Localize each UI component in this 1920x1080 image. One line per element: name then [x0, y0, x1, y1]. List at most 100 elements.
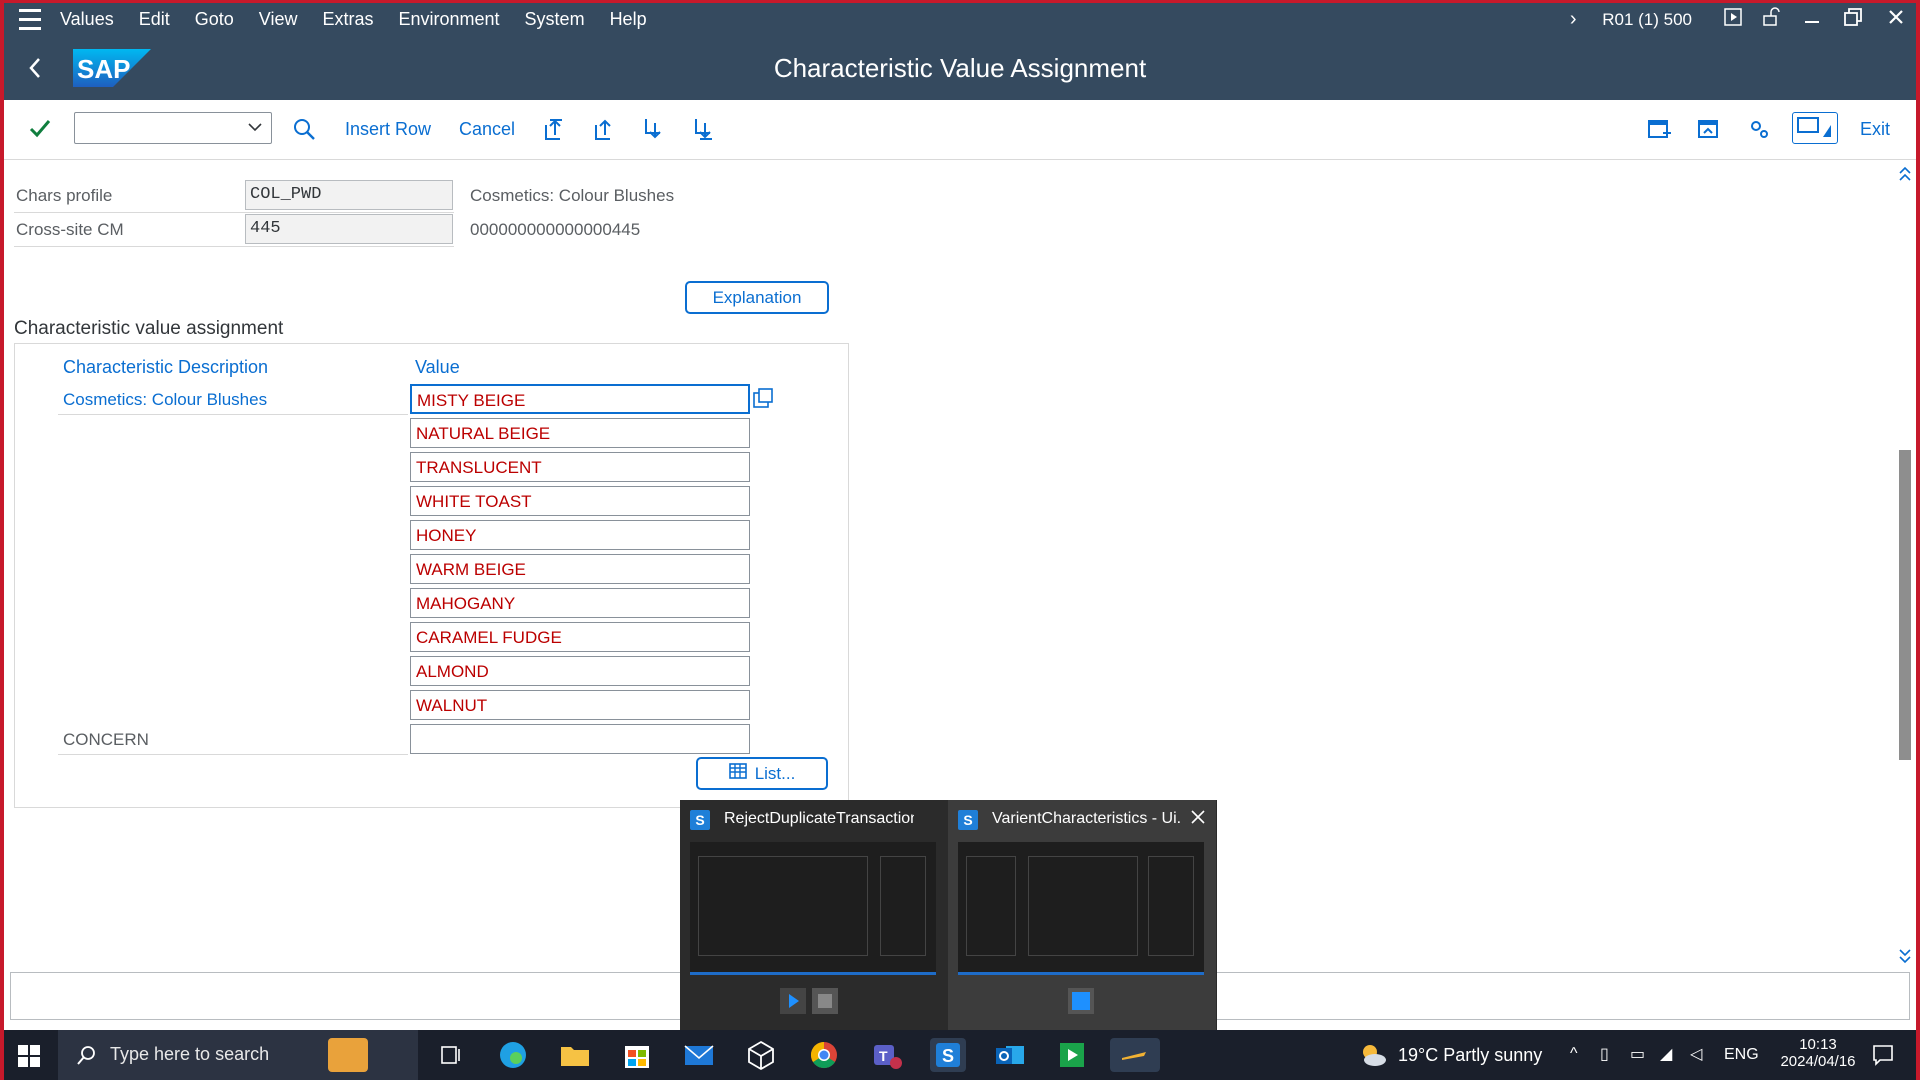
- network-icon[interactable]: ◢: [1660, 1044, 1672, 1064]
- value-field[interactable]: TRANSLUCENT: [410, 452, 750, 482]
- menu-values[interactable]: Values: [60, 9, 114, 30]
- divider: [58, 414, 408, 415]
- media-player-icon[interactable]: [1054, 1038, 1090, 1072]
- close-icon[interactable]: [1872, 8, 1920, 31]
- exit-button[interactable]: Exit: [1860, 119, 1890, 140]
- last-page-icon[interactable]: [692, 117, 718, 143]
- settings-icon[interactable]: [1747, 117, 1773, 143]
- scrollbar-thumb[interactable]: [1899, 450, 1911, 760]
- chars-profile-label: Chars profile: [16, 186, 113, 205]
- chrome-icon[interactable]: [806, 1038, 842, 1072]
- preview-thumbnail[interactable]: [690, 842, 936, 975]
- screen-layout-button[interactable]: [1792, 112, 1838, 144]
- chevron-up-icon[interactable]: ^: [1570, 1045, 1578, 1063]
- divider: [14, 246, 454, 247]
- microphone-icon[interactable]: ▯: [1600, 1044, 1609, 1064]
- explanation-button[interactable]: Explanation: [685, 281, 829, 314]
- studio-app-icon: S: [690, 810, 710, 830]
- concern-value-field[interactable]: [410, 724, 750, 754]
- multiple-values-icon[interactable]: [752, 387, 774, 411]
- preview-thumbnail[interactable]: [958, 842, 1204, 975]
- studio-app-icon[interactable]: S: [930, 1038, 966, 1072]
- close-icon[interactable]: [1190, 808, 1206, 831]
- minimize-icon[interactable]: [1790, 8, 1834, 31]
- windows-start-icon[interactable]: [18, 1045, 40, 1067]
- value-field[interactable]: NATURAL BEIGE: [410, 418, 750, 448]
- value-field[interactable]: WARM BEIGE: [410, 554, 750, 584]
- language-indicator[interactable]: ENG: [1724, 1046, 1759, 1064]
- switch-window-icon[interactable]: [1697, 117, 1723, 143]
- checkmark-icon[interactable]: [28, 116, 52, 140]
- store-icon[interactable]: [619, 1038, 655, 1072]
- menu-extras[interactable]: Extras: [322, 9, 373, 30]
- clock-date: 2024/04/16: [1780, 1053, 1856, 1070]
- value-field[interactable]: HONEY: [410, 520, 750, 550]
- chars-profile-field[interactable]: COL_PWD: [245, 180, 453, 210]
- menu-help[interactable]: Help: [610, 9, 647, 30]
- weather-text: 19°C Partly sunny: [1398, 1045, 1543, 1065]
- scroll-down-icon[interactable]: [1898, 945, 1912, 965]
- characteristic-description[interactable]: Cosmetics: Colour Blushes: [63, 390, 267, 410]
- scroll-up-icon[interactable]: [1898, 165, 1912, 185]
- menu-edit[interactable]: Edit: [139, 9, 170, 30]
- menu-icon[interactable]: [0, 0, 60, 39]
- taskbar-preview-popup: S RejectDuplicateTransactions - ... S Va…: [680, 800, 1217, 1030]
- preview-window[interactable]: S VarientCharacteristics - Ui...: [948, 800, 1216, 1030]
- mail-icon[interactable]: [681, 1038, 717, 1072]
- value-field[interactable]: ALMOND: [410, 656, 750, 686]
- previous-page-icon[interactable]: [592, 117, 618, 143]
- value-field[interactable]: WHITE TOAST: [410, 486, 750, 516]
- value-field[interactable]: WALNUT: [410, 690, 750, 720]
- new-window-icon[interactable]: [1647, 117, 1673, 143]
- column-header-description[interactable]: Characteristic Description: [63, 357, 268, 378]
- task-view-icon[interactable]: [432, 1038, 468, 1072]
- briefcase-icon[interactable]: [328, 1038, 368, 1072]
- chevron-right-icon[interactable]: ›: [1558, 8, 1588, 31]
- divider: [58, 754, 408, 755]
- sap-logon-icon[interactable]: [1110, 1038, 1160, 1072]
- stop-icon[interactable]: [812, 988, 838, 1014]
- taskbar-search[interactable]: Type here to search: [58, 1030, 418, 1080]
- preview-window[interactable]: S RejectDuplicateTransactions - ...: [680, 800, 948, 1030]
- search-icon[interactable]: [292, 117, 318, 143]
- volume-icon[interactable]: ◁: [1690, 1044, 1702, 1064]
- menu-goto[interactable]: Goto: [195, 9, 234, 30]
- outlook-icon[interactable]: [992, 1038, 1028, 1072]
- concern-label: CONCERN: [63, 730, 149, 749]
- value-field[interactable]: CARAMEL FUDGE: [410, 622, 750, 652]
- page-title: Characteristic Value Assignment: [773, 53, 1147, 83]
- list-button[interactable]: List...: [696, 757, 828, 790]
- application-toolbar: Insert Row Cancel Exit: [0, 100, 1920, 160]
- cancel-button[interactable]: Cancel: [459, 119, 515, 140]
- search-icon: [77, 1046, 95, 1065]
- edge-icon[interactable]: [495, 1038, 531, 1072]
- menu-system[interactable]: System: [525, 9, 585, 30]
- teams-icon[interactable]: T: [868, 1038, 904, 1072]
- unlock-icon[interactable]: [1752, 6, 1790, 33]
- section-title: Characteristic value assignment: [14, 318, 284, 339]
- preview-title: RejectDuplicateTransactions - ...: [724, 810, 914, 827]
- value-field[interactable]: MISTY BEIGE: [410, 384, 750, 414]
- chevron-down-icon[interactable]: [247, 119, 263, 140]
- value-field[interactable]: MAHOGANY: [410, 588, 750, 618]
- stop-icon[interactable]: [1068, 988, 1094, 1014]
- menu-environment[interactable]: Environment: [398, 9, 499, 30]
- cross-site-field[interactable]: 445: [245, 214, 453, 244]
- next-page-icon[interactable]: [642, 117, 668, 143]
- first-page-icon[interactable]: [542, 117, 568, 143]
- table-icon: [728, 760, 747, 789]
- clock[interactable]: 10:13 2024/04/16: [1768, 1030, 1868, 1080]
- battery-icon[interactable]: ▭: [1630, 1044, 1645, 1064]
- cross-site-label: Cross-site CM: [16, 220, 124, 239]
- play-icon[interactable]: [1714, 7, 1752, 32]
- column-header-value[interactable]: Value: [415, 357, 460, 378]
- restore-icon[interactable]: [1834, 7, 1872, 32]
- play-icon[interactable]: [780, 988, 806, 1014]
- menu-view[interactable]: View: [259, 9, 298, 30]
- command-field[interactable]: [74, 112, 272, 144]
- search-placeholder: Type here to search: [110, 1044, 270, 1064]
- notification-icon[interactable]: [1868, 1030, 1898, 1080]
- file-explorer-icon[interactable]: [557, 1038, 593, 1072]
- insert-row-button[interactable]: Insert Row: [345, 119, 431, 140]
- cube-app-icon[interactable]: [743, 1038, 779, 1072]
